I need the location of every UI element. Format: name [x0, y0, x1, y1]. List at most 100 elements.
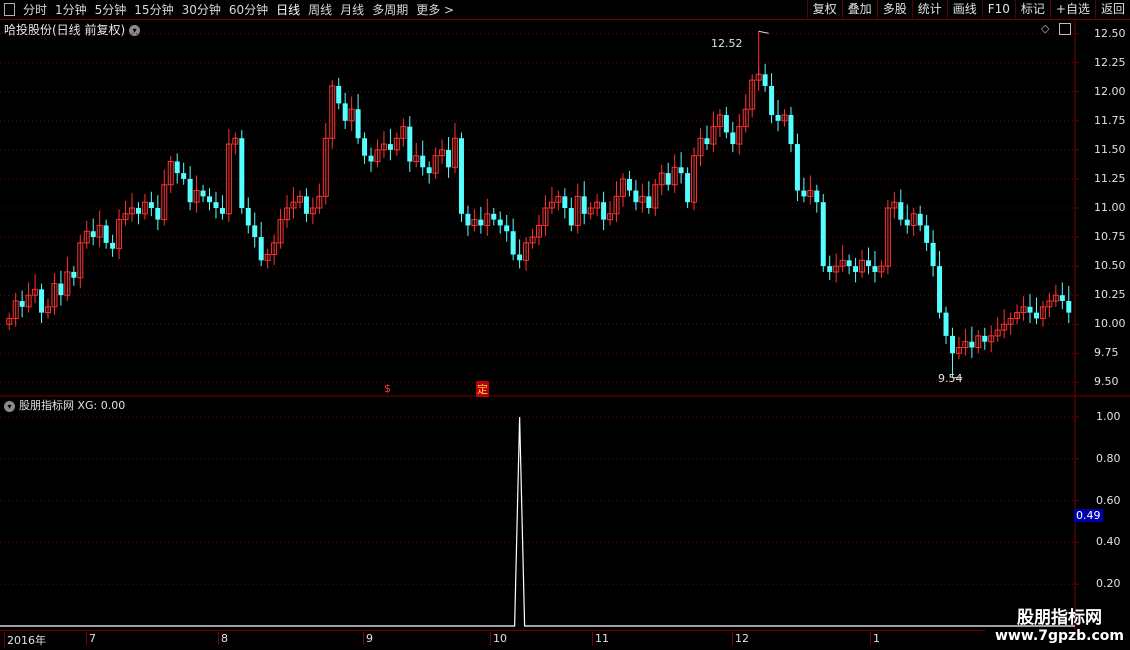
period-tab-10[interactable]: 更多 > [416, 1, 454, 18]
candle-body-down [646, 196, 652, 208]
candle-body-down [19, 301, 25, 307]
xg-indicator-line [0, 416, 1075, 627]
candle-body-down [174, 161, 180, 174]
candle-body-down [853, 266, 859, 272]
candle-body-down [458, 138, 464, 214]
candle-body-down [135, 208, 141, 214]
candle-body-down [155, 208, 161, 220]
time-label: 7 [86, 632, 96, 645]
tool-button-0[interactable]: 复权 [806, 0, 842, 19]
price-tick-label: 12.50 [1094, 26, 1126, 40]
period-tab-7[interactable]: 周线 [308, 1, 332, 18]
price-tick-label: 9.75 [1094, 346, 1119, 360]
candle-body-down [704, 138, 710, 145]
tool-button-5[interactable]: F10 [981, 0, 1015, 19]
price-tick-label: 11.75 [1094, 113, 1126, 127]
candle-body-down [949, 335, 955, 354]
period-tab-9[interactable]: 多周期 [372, 1, 408, 18]
candle-body-down [1059, 295, 1065, 301]
period-toolbar: 分时 1分钟 5分钟 15分钟 30分钟 60分钟 日线 周线 月线 多周期 更多 > 复权 叠加 多股… [0, 0, 1130, 20]
indicator-tick-label: 0.20 [1096, 577, 1121, 591]
candle-body-down [626, 178, 632, 191]
tool-button-4[interactable]: 画线 [946, 0, 982, 19]
candle-body-down [898, 202, 904, 220]
candle-body-down [355, 109, 361, 139]
period-tab-5[interactable]: 60分钟 [229, 1, 268, 18]
candle-body-down [446, 149, 452, 168]
high-pointer [758, 30, 769, 34]
candle-body-down [769, 85, 775, 115]
candle-body-down [562, 196, 568, 208]
candle-body-down [827, 266, 833, 272]
time-label: 9 [363, 632, 373, 645]
tool-button-6[interactable]: 标记 [1014, 0, 1050, 19]
candle-body-down [788, 115, 794, 145]
window-icon[interactable] [4, 3, 15, 16]
candle-body-down [181, 173, 187, 179]
candle-body-down [465, 213, 471, 226]
candle-body-down [775, 115, 781, 121]
candle-body-down [801, 190, 807, 197]
candle-body-down [187, 178, 193, 203]
indicator-current-value: 0.49 [1074, 509, 1103, 522]
period-tab-4[interactable]: 30分钟 [182, 1, 221, 18]
time-label: 12 [732, 632, 749, 645]
candle-body-down [387, 144, 393, 150]
price-tick-label: 11.00 [1094, 201, 1126, 214]
candle-body-down [90, 231, 96, 238]
candle-body-down [1066, 301, 1072, 313]
candle-body-down [814, 190, 820, 203]
candle-body-down [1033, 312, 1039, 319]
candle-body-down [336, 85, 342, 104]
time-label: 2016年 [4, 632, 46, 648]
candle-body-down [258, 237, 264, 261]
candle-body-down [865, 260, 871, 267]
price-tick-label: 12.25 [1094, 55, 1126, 69]
period-tabs: 分时 1分钟 5分钟 15分钟 30分钟 60分钟 日线 周线 月线 多周期 更多 > [4, 0, 462, 19]
candle-body-down [407, 126, 413, 162]
tool-buttons: 复权 叠加 多股 统计 画线 F10 标记 +自选 返回 [806, 0, 1130, 19]
candle-body-down [665, 173, 671, 185]
signal-marker-s[interactable]: $ [384, 382, 391, 395]
candle-body-down [517, 254, 523, 261]
candle-body-down [872, 266, 878, 272]
candle-body-down [678, 167, 684, 174]
indicator-tick-label: 1.00 [1096, 410, 1121, 423]
period-tab-6[interactable]: 日线 [276, 1, 300, 18]
candle-body-down [148, 202, 154, 208]
period-tab-0[interactable]: 分时 [23, 1, 47, 18]
price-tick-label: 10.50 [1094, 259, 1126, 273]
candle-body-down [497, 219, 503, 226]
candle-body-down [110, 242, 116, 249]
candle-body-down [342, 103, 348, 121]
candle-body-down [510, 231, 516, 255]
candle-body-down [904, 219, 910, 226]
low-price-label: 9.54 [938, 372, 963, 385]
tool-button-1[interactable]: 叠加 [841, 0, 877, 19]
candle-body-down [426, 167, 432, 174]
candle-body-down [213, 202, 219, 208]
candle-body-down [362, 138, 368, 156]
candle-body-down [820, 202, 826, 267]
candle-body-down [200, 190, 206, 197]
candle-body-down [368, 155, 374, 162]
period-tab-1[interactable]: 1分钟 [55, 1, 87, 18]
high-price-label: 12.52 [711, 37, 743, 50]
indicator-tick-label: 0.60 [1096, 493, 1121, 507]
kline-chart[interactable] [0, 20, 1130, 630]
period-tab-8[interactable]: 月线 [340, 1, 364, 18]
tool-button-3[interactable]: 统计 [911, 0, 947, 19]
signal-marker-ding[interactable]: 定 [476, 381, 489, 397]
candle-body-down [1027, 306, 1033, 313]
tool-button-2[interactable]: 多股 [876, 0, 912, 19]
period-tab-3[interactable]: 15分钟 [134, 1, 173, 18]
chevron-down-icon[interactable]: ▾ [4, 400, 15, 412]
tool-button-8[interactable]: 返回 [1094, 0, 1130, 19]
time-axis: 2016年 7 8 9 10 11 12 1 [0, 630, 985, 648]
candle-body-down [937, 266, 943, 313]
period-tab-2[interactable]: 5分钟 [95, 1, 127, 18]
candle-body-down [207, 196, 213, 203]
candle-body-down [846, 260, 852, 267]
tool-button-7[interactable]: +自选 [1049, 0, 1095, 19]
price-tick-label: 10.25 [1094, 288, 1126, 302]
